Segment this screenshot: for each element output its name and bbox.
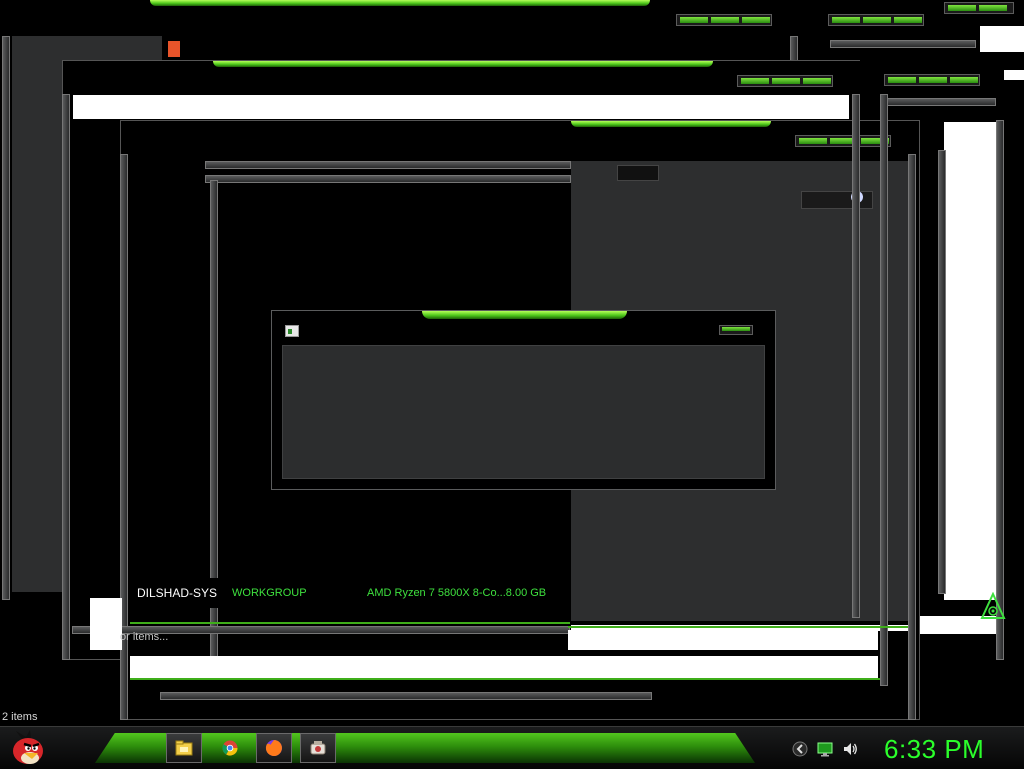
back-arrow-icon[interactable]: [792, 741, 808, 757]
window-icon: [285, 325, 299, 337]
title-glow: [213, 61, 713, 67]
toolbar-field: [617, 165, 659, 181]
scroll-bar[interactable]: [160, 692, 652, 700]
window-area: [1004, 70, 1024, 80]
scroll-bar[interactable]: [908, 154, 916, 720]
scroll-bar[interactable]: [62, 94, 70, 660]
angry-bird-start-icon[interactable]: [8, 729, 48, 767]
scroll-bar[interactable]: [830, 40, 976, 48]
scroll-bar[interactable]: [880, 94, 888, 686]
app-icon: [310, 741, 326, 755]
scroll-bar[interactable]: [2, 36, 10, 600]
scroll-bar[interactable]: [884, 98, 996, 106]
dialog-window: [271, 310, 776, 490]
title-glow: [150, 0, 650, 6]
file-explorer-icon: [175, 740, 193, 756]
volume-icon[interactable]: [842, 741, 858, 757]
window-controls[interactable]: [737, 75, 833, 87]
window-area: [568, 630, 878, 650]
computer-name: DILSHAD-SYS: [137, 586, 218, 600]
window-controls[interactable]: [884, 74, 980, 86]
dialog-content: [282, 345, 765, 479]
scroll-bar[interactable]: [205, 161, 571, 169]
window-area: [980, 26, 1024, 52]
green-accent: [568, 626, 908, 628]
window-area: [90, 598, 122, 650]
processor-memory: AMD Ryzen 7 5800X 8-Co...8.00 GB: [367, 587, 547, 599]
clock[interactable]: 6:33 PM: [884, 734, 984, 765]
firefox-icon: [265, 740, 282, 756]
taskbar-app[interactable]: [300, 733, 336, 763]
scroll-bar[interactable]: [852, 94, 860, 618]
taskbar-firefox[interactable]: [256, 733, 292, 763]
window-controls[interactable]: [676, 14, 772, 26]
alienware-logo-icon: [980, 592, 1006, 619]
green-accent: [130, 678, 880, 680]
window-controls[interactable]: [828, 14, 924, 26]
workgroup-name: WORKGROUP: [232, 587, 307, 599]
address-bar: [73, 95, 849, 119]
window-controls[interactable]: [944, 2, 1014, 14]
chrome-icon: [222, 740, 238, 756]
green-accent: [130, 622, 570, 624]
title-glow: [422, 311, 627, 319]
scroll-bar[interactable]: [938, 150, 946, 594]
window-area: [944, 122, 998, 600]
network-icon[interactable]: [817, 741, 833, 757]
scroll-bar[interactable]: [205, 175, 571, 183]
close-button[interactable]: [719, 325, 753, 335]
scroll-bar[interactable]: [996, 120, 1004, 660]
taskbar-file-explorer[interactable]: [166, 733, 202, 763]
window-area: [130, 656, 878, 680]
taskbar-chrome[interactable]: [212, 733, 248, 763]
title-glow: [571, 121, 771, 127]
system-info-bar: DILSHAD-SYS WORKGROUP AMD Ryzen 7 5800X …: [130, 578, 570, 608]
item-count: 2 items: [2, 711, 38, 723]
status-hint: or items...: [120, 631, 169, 643]
window-controls[interactable]: [795, 135, 891, 147]
app-icon: [168, 41, 180, 57]
